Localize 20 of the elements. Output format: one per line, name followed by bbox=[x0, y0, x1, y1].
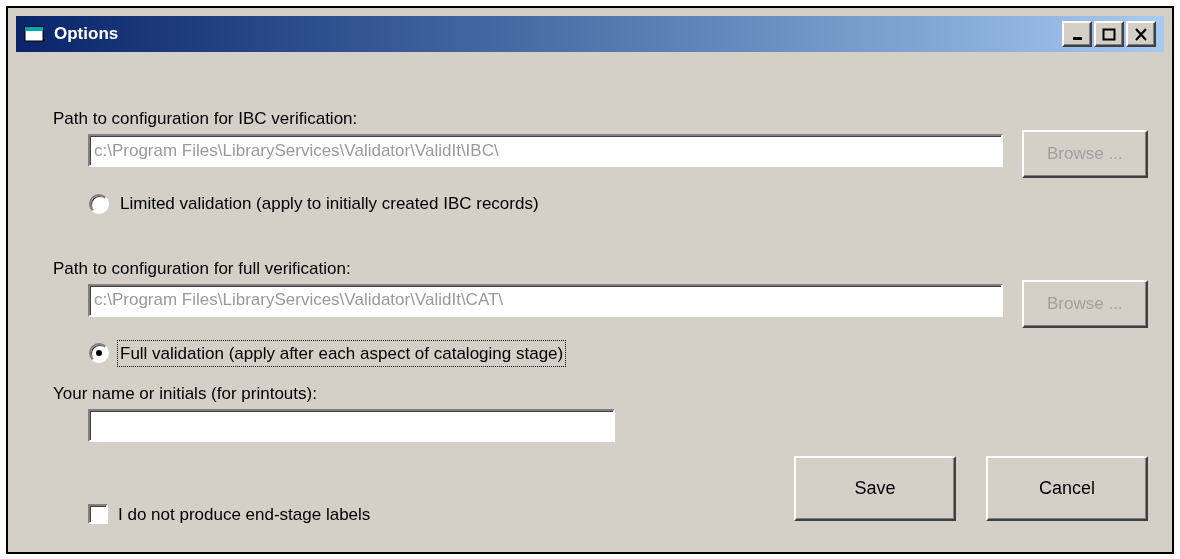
radio-button[interactable] bbox=[89, 193, 109, 214]
maximize-button[interactable] bbox=[1094, 21, 1124, 47]
checkbox[interactable] bbox=[88, 504, 108, 525]
minimize-icon bbox=[1072, 36, 1082, 40]
name-field[interactable] bbox=[88, 409, 615, 442]
checkbox-label: I do not produce end-stage labels bbox=[118, 503, 371, 526]
field-label: Your name or initials (for printouts): bbox=[53, 383, 318, 405]
close-button[interactable] bbox=[1126, 21, 1156, 47]
field-label: Path to configuration for IBC verification: bbox=[53, 108, 359, 130]
window-title: Options bbox=[54, 23, 119, 46]
minimize-button[interactable] bbox=[1062, 21, 1092, 47]
radio-label: Full validation (apply after each aspect of cataloging stage) bbox=[117, 339, 567, 367]
close-icon bbox=[1134, 27, 1148, 41]
cancel-button[interactable]: Cancel bbox=[986, 456, 1148, 521]
window-icon bbox=[24, 25, 46, 43]
radio-button[interactable] bbox=[89, 343, 109, 364]
maximize-icon bbox=[1102, 27, 1116, 41]
radio-label: Limited validation (apply to initially created IBC records) bbox=[119, 193, 540, 215]
save-button[interactable]: Save bbox=[794, 456, 956, 521]
field-label: Path to configuration for full verification: bbox=[53, 257, 352, 280]
